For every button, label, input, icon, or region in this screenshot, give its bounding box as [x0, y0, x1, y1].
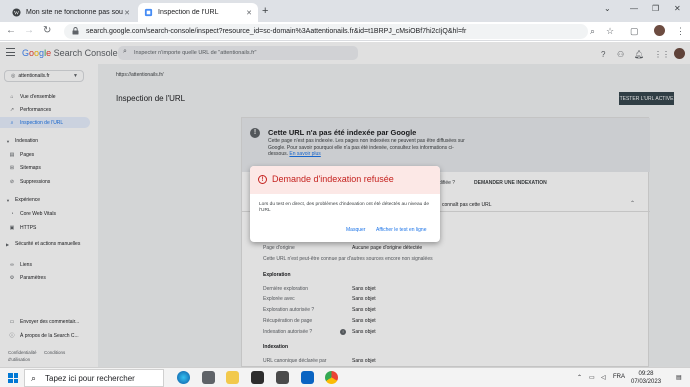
- error-icon: !: [258, 175, 267, 184]
- extensions-icon[interactable]: ▢: [630, 26, 639, 37]
- address-bar[interactable]: search.google.com/search-console/inspect…: [64, 24, 588, 39]
- new-tab-icon[interactable]: +: [262, 5, 268, 17]
- dialog-body: Lors du test en direct, des problèmes d'…: [259, 202, 429, 213]
- address-text: search.google.com/search-console/inspect…: [86, 28, 467, 35]
- clock-date: 07/03/2023: [631, 379, 662, 385]
- show-hidden-icons-icon[interactable]: ⌃: [577, 374, 582, 381]
- outlook-icon[interactable]: [301, 371, 314, 384]
- close-tab-icon[interactable]: ✕: [246, 9, 252, 17]
- app-icon[interactable]: [276, 371, 289, 384]
- view-live-test-button[interactable]: Afficher le test en ligne: [376, 227, 427, 233]
- maximize-icon[interactable]: ❐: [652, 4, 659, 13]
- minimize-icon[interactable]: —: [630, 4, 638, 13]
- browser-toolbar: ← → ↻ search.google.com/search-console/i…: [0, 22, 690, 41]
- windows-taskbar: ⌕ Tapez ici pour rechercher ⌃ ▭ ◁ FRA 09…: [0, 367, 690, 387]
- edge-icon[interactable]: [177, 371, 190, 384]
- tab-search-icon[interactable]: ⌄: [604, 4, 611, 13]
- language-indicator[interactable]: FRA: [613, 374, 625, 380]
- taskbar-clock[interactable]: 09:28 07/03/2023: [631, 370, 661, 386]
- zoom-icon[interactable]: ⌕: [590, 26, 595, 37]
- dialog-title: Demande d'indexation refusée: [272, 174, 394, 184]
- browser-tab-active[interactable]: Inspection de l'URL ✕: [138, 3, 258, 22]
- tab-title: Inspection de l'URL: [158, 9, 219, 16]
- back-icon[interactable]: ←: [6, 25, 16, 36]
- search-console-icon: [144, 8, 153, 17]
- dismiss-button[interactable]: Masquer: [346, 227, 365, 233]
- taskbar-search-placeholder: Tapez ici pour rechercher: [45, 373, 135, 383]
- volume-icon[interactable]: ◁: [601, 374, 606, 381]
- network-icon[interactable]: ▭: [589, 374, 595, 381]
- notifications-icon[interactable]: ▤: [676, 374, 682, 381]
- forward-icon[interactable]: →: [24, 25, 34, 36]
- wordpress-icon: W: [12, 8, 21, 17]
- close-tab-icon[interactable]: ✕: [124, 9, 130, 17]
- close-window-icon[interactable]: ✕: [674, 4, 681, 13]
- browser-tab-strip: W Mon site ne fonctionne pas sou ✕ Inspe…: [0, 0, 690, 22]
- task-view-icon[interactable]: [202, 371, 215, 384]
- bookmark-star-icon[interactable]: ☆: [606, 26, 614, 37]
- taskbar-search[interactable]: ⌕ Tapez ici pour rechercher: [24, 369, 164, 387]
- lock-icon: [72, 27, 79, 35]
- windows-start-icon[interactable]: [8, 373, 18, 383]
- file-explorer-icon[interactable]: [226, 371, 239, 384]
- indexing-refused-dialog: ! Demande d'indexation refusée Lors du t…: [250, 166, 440, 242]
- clock-time: 09:28: [638, 371, 654, 377]
- profile-avatar[interactable]: [654, 25, 665, 36]
- reload-icon[interactable]: ↻: [43, 25, 51, 36]
- browser-tab[interactable]: W Mon site ne fonctionne pas sou ✕: [6, 3, 136, 22]
- tab-title: Mon site ne fonctionne pas sou: [26, 9, 123, 16]
- search-icon: ⌕: [31, 373, 37, 383]
- chrome-icon[interactable]: [325, 371, 338, 384]
- store-icon[interactable]: [251, 371, 264, 384]
- menu-dots-icon[interactable]: ⋮: [676, 26, 685, 37]
- dialog-header: ! Demande d'indexation refusée: [250, 166, 440, 194]
